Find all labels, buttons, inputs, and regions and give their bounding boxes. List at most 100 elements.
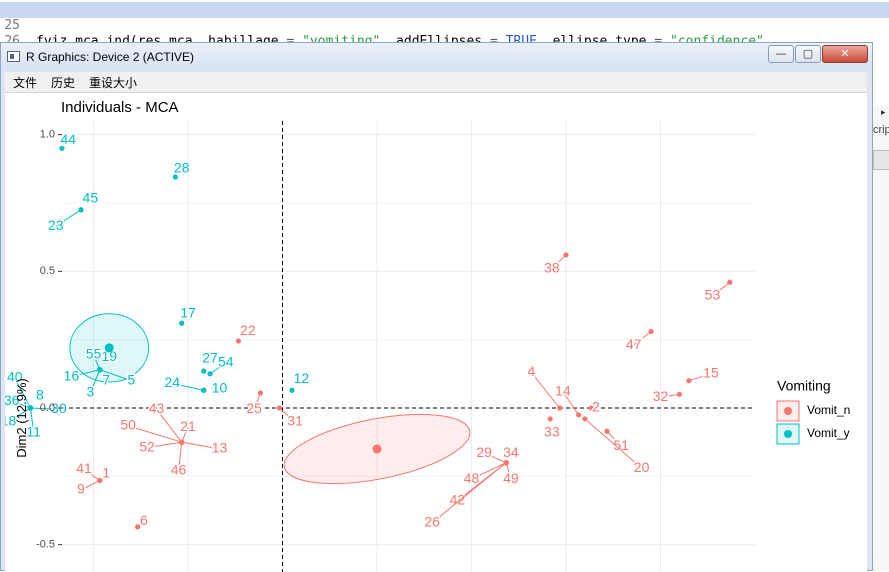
point-label: 41: [76, 460, 92, 476]
group-centroid: [104, 343, 114, 353]
data-point: [503, 460, 509, 466]
menu-resize[interactable]: 重设大小: [89, 74, 137, 91]
menu-history[interactable]: 历史: [51, 74, 75, 91]
point-label: 10: [212, 380, 228, 396]
point-label: 50: [120, 416, 136, 432]
code-line[interactable]: 26 repel = TRUE): [0, 18, 889, 66]
group-centroid: [372, 444, 382, 454]
legend-label: Vomit_n: [807, 403, 850, 417]
point-label: 6: [140, 512, 148, 528]
minimize-button[interactable]: —: [768, 45, 794, 63]
point-label: 38: [544, 259, 560, 275]
close-button[interactable]: ✕: [822, 45, 868, 63]
point-label: 33: [544, 423, 560, 439]
data-point: [604, 428, 610, 434]
label-leader-line: [128, 425, 182, 443]
y-tick-label: 0.5: [40, 265, 55, 277]
chart-title: Individuals - MCA: [61, 99, 179, 116]
point-label: 14: [555, 382, 571, 398]
data-point: [576, 412, 582, 418]
data-point: [97, 477, 103, 484]
data-point: [201, 387, 207, 393]
point-label: 16: [64, 367, 80, 383]
data-point: [179, 439, 185, 445]
point-label: 28: [174, 160, 190, 176]
point-label: 20: [634, 459, 650, 475]
graphics-window[interactable]: R Graphics: Device 2 (ACTIVE) — ▢ ✕ 文件 历…: [0, 42, 873, 572]
point-label: 22: [240, 322, 256, 338]
code-line[interactable]: 27: [0, 34, 889, 42]
y-axis-label: Dim2 (12.9%): [14, 378, 29, 457]
point-label: 27: [202, 350, 218, 366]
data-point: [648, 328, 654, 335]
point-label: 26: [424, 514, 440, 530]
point-label: 42: [450, 492, 466, 508]
point-label: 47: [626, 336, 642, 352]
point-label: 29: [476, 444, 492, 460]
point-label: 7: [102, 371, 110, 387]
point-label: 55: [86, 345, 102, 361]
data-point: [557, 405, 563, 411]
menu-file[interactable]: 文件: [13, 74, 37, 91]
data-point: [582, 416, 588, 422]
code-line[interactable]: 25 fviz_mca_ind(res.mca, habillage = "vo…: [0, 2, 889, 49]
point-label: 21: [180, 418, 196, 434]
data-point: [78, 207, 84, 213]
window-titlebar[interactable]: R Graphics: Device 2 (ACTIVE) — ▢ ✕: [1, 43, 872, 71]
data-point: [686, 378, 692, 384]
expand-arrow-icon[interactable]: ▸: [881, 108, 886, 118]
point-label: 45: [83, 190, 99, 206]
point-label: 5: [127, 371, 135, 387]
y-tick-label: -0.5: [36, 539, 55, 551]
window-title: R Graphics: Device 2 (ACTIVE): [26, 50, 195, 64]
data-point: [201, 368, 207, 374]
data-point: [676, 391, 683, 397]
point-label: 25: [246, 400, 262, 416]
plot-area: 38 53 47 15 32 4 14 2 51 20 33 29 34 48 49 42 26 22 25 31 43…: [5, 93, 867, 572]
side-pane-label: crip: [873, 124, 889, 136]
point-label: 4: [527, 363, 535, 379]
point-label: 15: [703, 365, 719, 381]
point-label: 13: [212, 440, 228, 456]
point-label: 49: [503, 470, 519, 486]
data-point: [179, 320, 185, 326]
point-label: 1: [102, 464, 110, 480]
maximize-button[interactable]: ▢: [795, 45, 821, 63]
side-pane: [872, 106, 889, 571]
code-editor[interactable]: 25 fviz_mca_ind(res.mca, habillage = "vo…: [0, 0, 889, 66]
point-label: 8: [36, 386, 44, 402]
legend-key-point: [784, 407, 792, 415]
point-label: 54: [218, 354, 234, 370]
side-pane-control[interactable]: [873, 150, 889, 170]
point-label: 24: [164, 374, 180, 390]
legend-key-point: [784, 430, 792, 438]
mca-scatter-chart: 3853471532414251203329 3448 49422622253143…: [5, 99, 850, 572]
point-label: 46: [171, 462, 187, 478]
y-tick-label: 0.0: [40, 402, 55, 414]
data-point: [97, 367, 103, 373]
point-label: 52: [139, 438, 155, 454]
point-label: 9: [77, 481, 85, 497]
data-point: [563, 252, 569, 258]
y-tick-label: 1.0: [40, 129, 55, 141]
menu-bar: 文件 历史 重设大小: [5, 72, 867, 93]
window-icon: [7, 51, 20, 62]
legend-title: Vomiting: [777, 378, 831, 394]
point-label: 43: [149, 400, 165, 416]
legend-label: Vomit_y: [807, 426, 850, 440]
point-label: 17: [180, 304, 196, 320]
data-point: [276, 405, 282, 411]
point-label: 48: [464, 470, 480, 486]
data-point: [207, 371, 213, 377]
point-label: 12: [294, 370, 310, 386]
data-point: [235, 338, 241, 344]
data-point: [289, 387, 295, 393]
data-point: [257, 390, 264, 396]
data-point: [547, 416, 553, 422]
point-label: 23: [48, 217, 64, 233]
point-label: 34: [503, 444, 519, 460]
point-label: 53: [705, 287, 721, 303]
point-label: 3: [86, 384, 94, 400]
point-label: 44: [61, 131, 77, 147]
point-label: 31: [287, 412, 303, 428]
